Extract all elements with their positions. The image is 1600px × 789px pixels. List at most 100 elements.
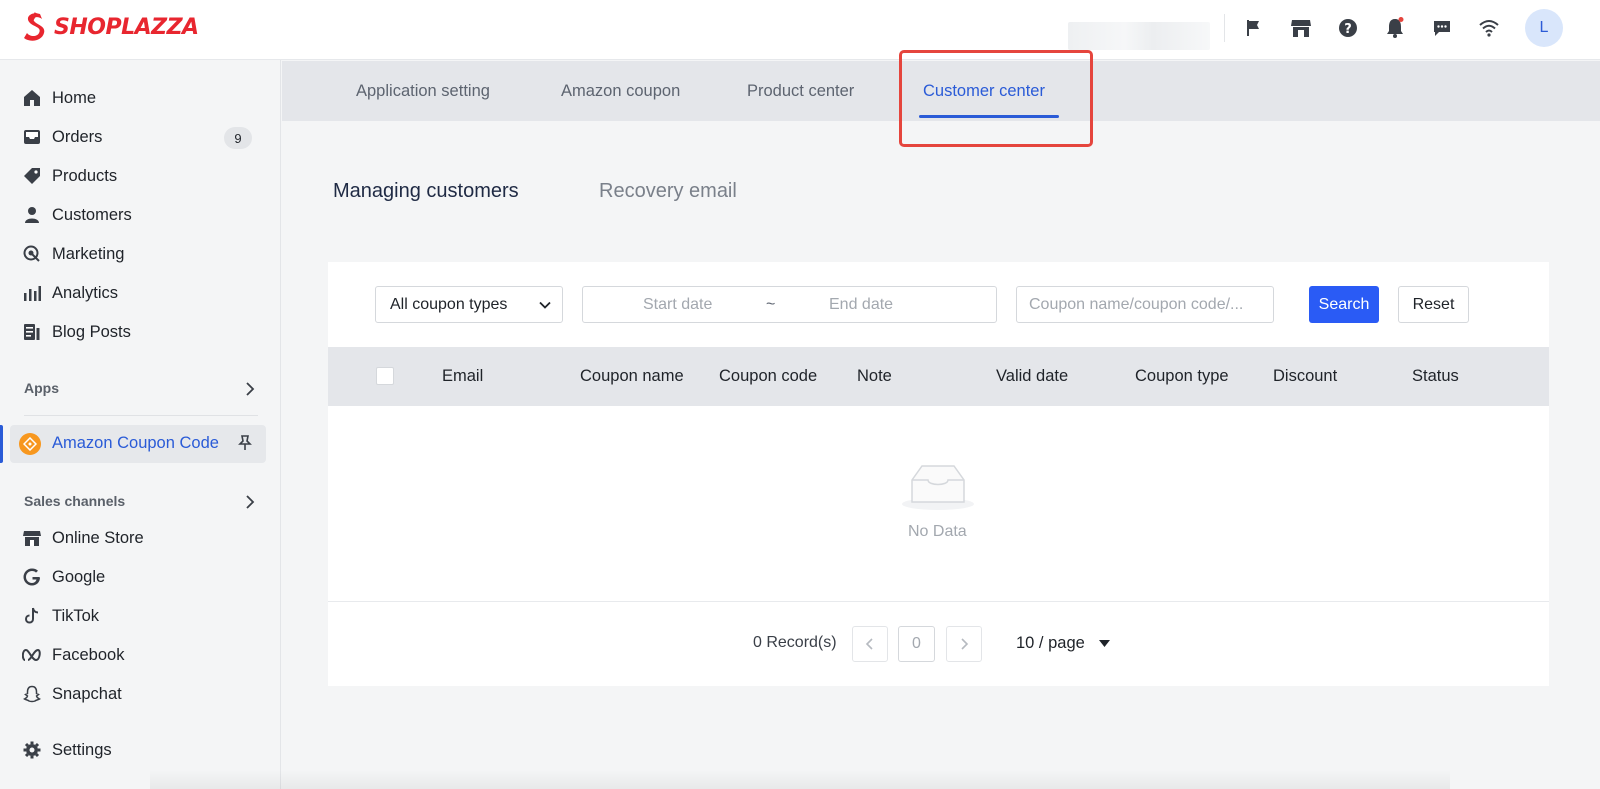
column-header-discount[interactable]: Discount	[1273, 367, 1337, 386]
sidebar-item-label: Customers	[52, 205, 132, 224]
sidebar-item-facebook[interactable]: Facebook	[12, 637, 266, 673]
sidebar-item-marketing[interactable]: Marketing	[12, 236, 266, 272]
column-header-valid-date[interactable]: Valid date	[996, 367, 1068, 386]
wifi-icon[interactable]	[1477, 16, 1501, 40]
person-icon	[22, 205, 42, 225]
pin-icon[interactable]	[236, 434, 254, 452]
brand-name: SHOPLAZZA	[54, 14, 199, 40]
store-icon	[22, 528, 42, 548]
tab-product-center[interactable]: Product center	[747, 61, 854, 121]
coupon-app-icon	[19, 433, 41, 455]
tab-application-setting[interactable]: Application setting	[356, 61, 490, 121]
page-size-value: 10 / page	[1016, 634, 1085, 652]
orders-count-badge: 9	[224, 127, 252, 149]
next-page-button[interactable]	[946, 626, 982, 662]
active-indicator	[0, 425, 3, 463]
table-divider	[328, 601, 1549, 602]
inbox-icon	[22, 127, 42, 147]
sidebar-item-label: TikTok	[52, 606, 100, 625]
chevron-left-icon	[865, 638, 873, 650]
active-tab-underline	[919, 115, 1059, 118]
end-date-input[interactable]: End date	[829, 296, 893, 314]
search-button[interactable]: Search	[1309, 286, 1379, 323]
sidebar-item-label: Analytics	[52, 283, 119, 302]
sidebar-item-tiktok[interactable]: TikTok	[12, 598, 266, 634]
date-range-separator: ~	[766, 296, 776, 313]
sidebar-divider	[24, 415, 258, 416]
chat-icon[interactable]	[1430, 16, 1454, 40]
bottom-shadow	[150, 770, 1450, 789]
column-header-coupon-code[interactable]: Coupon code	[719, 367, 817, 386]
sidebar-item-customers[interactable]: Customers	[12, 197, 266, 233]
sidebar-item-analytics[interactable]: Analytics	[12, 275, 266, 311]
empty-inbox-icon	[902, 465, 974, 510]
chevron-right-icon[interactable]	[242, 494, 258, 510]
sidebar-item-label: Facebook	[52, 645, 125, 664]
sidebar-item-google[interactable]: Google	[12, 559, 266, 595]
document-icon	[22, 322, 42, 342]
record-count: 0 Record(s)	[753, 634, 837, 651]
column-header-note[interactable]: Note	[857, 367, 892, 386]
subtab-recovery-email[interactable]: Recovery email	[599, 180, 737, 203]
sidebar-item-snapchat[interactable]: Snapchat	[12, 676, 266, 712]
store-name-blurred[interactable]	[1068, 22, 1210, 50]
sidebar-item-label: Google	[52, 567, 106, 586]
sidebar-item-label: Marketing	[52, 244, 125, 263]
home-icon	[22, 88, 42, 108]
topbar-divider	[1224, 14, 1225, 42]
tab-customer-center[interactable]: Customer center	[923, 61, 1045, 121]
ghost-icon	[22, 684, 42, 704]
bar-chart-icon	[22, 283, 42, 303]
column-header-status[interactable]: Status	[1412, 367, 1459, 386]
tag-icon	[22, 166, 42, 186]
sidebar-item-blog-posts[interactable]: Blog Posts	[12, 314, 266, 350]
current-page-input[interactable]: 0	[898, 626, 935, 662]
google-icon	[22, 567, 42, 587]
sidebar-item-settings[interactable]: Settings	[12, 732, 266, 768]
help-icon[interactable]: ?	[1336, 16, 1360, 40]
empty-state-text: No Data	[908, 523, 967, 540]
sidebar-item-label: Settings	[52, 740, 112, 759]
chevron-down-icon	[539, 301, 551, 309]
start-date-input[interactable]: Start date	[643, 296, 712, 314]
sidebar-item-label: Blog Posts	[52, 322, 131, 341]
sidebar-item-products[interactable]: Products	[12, 158, 266, 194]
sidebar-item-label: Snapchat	[52, 684, 122, 703]
tab-amazon-coupon[interactable]: Amazon coupon	[561, 61, 680, 121]
select-all-checkbox[interactable]	[376, 367, 394, 385]
top-bar: SHOPLAZZA ? L	[0, 0, 1600, 60]
column-header-coupon-type[interactable]: Coupon type	[1135, 367, 1229, 386]
coupon-type-select[interactable]: All coupon types	[375, 286, 563, 323]
reset-button[interactable]: Reset	[1398, 286, 1469, 323]
date-range-picker[interactable]: Start date ~ End date	[582, 286, 997, 323]
caret-down-icon	[1098, 639, 1110, 647]
sales-channels-section-label: Sales channels	[24, 493, 126, 509]
sidebar-item-label: Online Store	[52, 528, 144, 547]
svg-text:?: ?	[1344, 22, 1352, 37]
tiktok-icon	[22, 606, 42, 626]
avatar[interactable]: L	[1525, 9, 1563, 47]
column-header-email[interactable]: Email	[442, 367, 483, 386]
coupon-type-value: All coupon types	[390, 295, 508, 313]
logo[interactable]: SHOPLAZZA	[22, 12, 199, 42]
shoplazza-logo-icon	[24, 12, 45, 41]
sidebar-item-home[interactable]: Home	[12, 80, 266, 116]
chevron-right-icon	[961, 638, 969, 650]
sidebar-item-label: Home	[52, 88, 97, 107]
sidebar-item-label: Orders	[52, 127, 103, 146]
sidebar-item-online-store[interactable]: Online Store	[12, 520, 266, 556]
subtab-managing-customers[interactable]: Managing customers	[333, 180, 519, 203]
target-icon	[22, 244, 42, 264]
chevron-right-icon[interactable]	[242, 381, 258, 397]
sidebar-item-orders[interactable]: Orders 9	[12, 119, 266, 155]
store-icon[interactable]	[1289, 16, 1313, 40]
flag-icon[interactable]	[1242, 16, 1266, 40]
page-size-select[interactable]: 10 / page	[1016, 634, 1110, 653]
column-header-coupon-name[interactable]: Coupon name	[580, 367, 684, 386]
gear-icon	[22, 740, 42, 760]
table-header	[328, 347, 1549, 406]
coupon-search-input[interactable]	[1016, 286, 1274, 323]
previous-page-button[interactable]	[852, 626, 888, 662]
apps-section-label: Apps	[24, 380, 59, 396]
bell-icon[interactable]	[1383, 16, 1407, 40]
